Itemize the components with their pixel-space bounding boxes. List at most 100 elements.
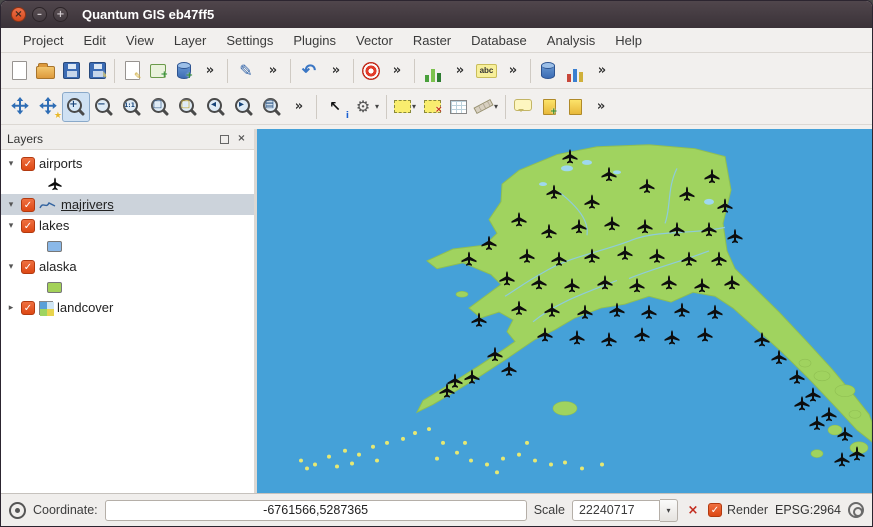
zoom-last-button[interactable]: ◂ (202, 92, 230, 122)
pan-star-icon: ★ (37, 96, 59, 118)
show-bookmarks-button[interactable] (562, 92, 588, 122)
add-database-layer-button[interactable]: + (171, 56, 197, 86)
database-manager-button[interactable] (535, 56, 561, 86)
help-toolbar-overflow-button[interactable]: » (384, 56, 410, 86)
menu-project[interactable]: Project (13, 30, 73, 51)
identify-features-button[interactable]: ↖i (321, 92, 349, 122)
new-vector-layer-button[interactable]: ✎ (119, 56, 145, 86)
save-project-button[interactable] (58, 56, 84, 86)
layer-checkbox[interactable]: ✓ (21, 219, 35, 233)
layer-item-landcover[interactable]: ▸ ✓ landcover (1, 297, 254, 318)
zoom-native-button[interactable]: 1:1 (118, 92, 146, 122)
collapse-icon[interactable]: ▾ (5, 261, 17, 272)
new-bookmark-button[interactable]: + (536, 92, 562, 122)
digitize-toolbar-overflow-button[interactable]: » (260, 56, 286, 86)
menu-vector[interactable]: Vector (346, 30, 403, 51)
edit-toolbar-overflow-button[interactable]: » (323, 56, 349, 86)
menu-view[interactable]: View (116, 30, 164, 51)
attr-toolbar-overflow-button[interactable]: » (588, 92, 614, 122)
map-canvas[interactable] (257, 129, 872, 493)
statistics-button[interactable] (561, 56, 589, 86)
histogram-button[interactable] (419, 56, 447, 86)
layer-item-alaska[interactable]: ▾ ✓ alaska (1, 256, 254, 277)
zoom-to-layer-button[interactable]: ▤ (258, 92, 286, 122)
layer-checkbox[interactable]: ✓ (21, 198, 35, 212)
coordinate-input[interactable] (105, 500, 527, 521)
capture-line-button[interactable]: ✎ (232, 56, 260, 86)
map-settings-button[interactable]: ⚙▾ (349, 92, 382, 122)
plugin-toolbar-overflow-button[interactable]: » (447, 56, 473, 86)
layer-item-airports[interactable]: ▾ ✓ airports (1, 153, 254, 174)
nav-toolbar-overflow-button[interactable]: » (286, 92, 312, 122)
menubar: ProjectEditViewLayerSettingsPluginsVecto… (1, 28, 872, 53)
layer-label[interactable]: airports (39, 156, 82, 171)
open-project-button[interactable] (32, 56, 58, 86)
close-panel-icon[interactable]: × (235, 133, 248, 146)
menu-database[interactable]: Database (461, 30, 537, 51)
pan-icon (9, 96, 31, 118)
collapse-icon[interactable]: ▾ (5, 199, 17, 210)
open-attribute-table-button[interactable] (445, 92, 471, 122)
scale-value[interactable]: 22240717 (572, 500, 660, 521)
raster-toolbar-overflow-button[interactable]: » (589, 56, 615, 86)
zoom-to-selection-button[interactable]: □ (174, 92, 202, 122)
crs-status-icon[interactable] (848, 502, 864, 518)
layer-item-majrivers[interactable]: ▾ ✓ majrivers (1, 194, 254, 215)
close-button[interactable]: × (11, 7, 26, 22)
render-checkbox[interactable]: ✓ (708, 503, 722, 517)
undo-button[interactable]: ↶ (295, 56, 323, 86)
render-toggle[interactable]: ✓ Render (708, 503, 768, 517)
toggle-extents-icon[interactable] (9, 502, 26, 519)
layer-item-lakes[interactable]: ▾ ✓ lakes (1, 215, 254, 236)
layer-label[interactable]: landcover (57, 300, 113, 315)
layer-checkbox[interactable]: ✓ (21, 260, 35, 274)
help-contents-button[interactable] (358, 56, 384, 86)
overflow-icon: » (329, 60, 343, 82)
layer-checkbox[interactable]: ✓ (21, 157, 35, 171)
zoom-next-button[interactable]: ▸ (230, 92, 258, 122)
dropdown-caret-icon[interactable]: ▾ (375, 102, 379, 111)
new-project-button[interactable] (6, 56, 32, 86)
title-bar[interactable]: × – + Quantum GIS eb47ff5 (1, 1, 872, 28)
zoom-out-button[interactable]: − (90, 92, 118, 122)
dropdown-caret-icon[interactable]: ▾ (412, 102, 416, 111)
scale-combo[interactable]: 22240717 ▾ (572, 499, 678, 522)
expand-icon[interactable]: ▸ (5, 302, 17, 313)
layer-label[interactable]: lakes (39, 218, 69, 233)
pan-to-selection-button[interactable]: ★ (34, 92, 62, 122)
minimize-button[interactable]: – (32, 7, 47, 22)
layer-label[interactable]: alaska (39, 259, 77, 274)
deselect-features-button[interactable]: × (419, 92, 445, 122)
qgis-window: × – + Quantum GIS eb47ff5 ProjectEditVie… (0, 0, 873, 527)
add-vector-layer-button[interactable]: + (145, 56, 171, 86)
labeling-button[interactable]: abc (473, 56, 500, 86)
float-panel-icon[interactable] (218, 133, 231, 146)
zoom-full-button[interactable]: □ (146, 92, 174, 122)
menu-raster[interactable]: Raster (403, 30, 461, 51)
scale-dropdown-icon[interactable]: ▾ (660, 499, 678, 522)
layer-label[interactable]: majrivers (61, 197, 114, 212)
pencil-icon: ✎ (235, 60, 257, 82)
map-tips-button[interactable] (510, 92, 536, 122)
select-features-button[interactable]: ▾ (391, 92, 419, 122)
file-toolbar-overflow-button[interactable]: » (197, 56, 223, 86)
dropdown-caret-icon[interactable]: ▾ (494, 102, 498, 111)
collapse-icon[interactable]: ▾ (5, 220, 17, 231)
pan-map-button[interactable] (6, 92, 34, 122)
menu-plugins[interactable]: Plugins (283, 30, 346, 51)
collapse-icon[interactable]: ▾ (5, 158, 17, 169)
label-toolbar-overflow-button[interactable]: » (500, 56, 526, 86)
menu-edit[interactable]: Edit (73, 30, 115, 51)
menu-settings[interactable]: Settings (216, 30, 283, 51)
stop-render-icon[interactable]: × (685, 502, 701, 518)
save-project-as-button[interactable]: ✎ (84, 56, 110, 86)
menu-analysis[interactable]: Analysis (537, 30, 605, 51)
maximize-button[interactable]: + (53, 7, 68, 22)
menu-help[interactable]: Help (605, 30, 652, 51)
layer-checkbox[interactable]: ✓ (21, 301, 35, 315)
zoom-in-button[interactable]: + (62, 92, 90, 122)
gear-icon: ⚙ (352, 96, 374, 118)
zoom-in-icon: + (65, 96, 87, 118)
menu-layer[interactable]: Layer (164, 30, 217, 51)
measure-button[interactable]: ▾ (471, 92, 501, 122)
